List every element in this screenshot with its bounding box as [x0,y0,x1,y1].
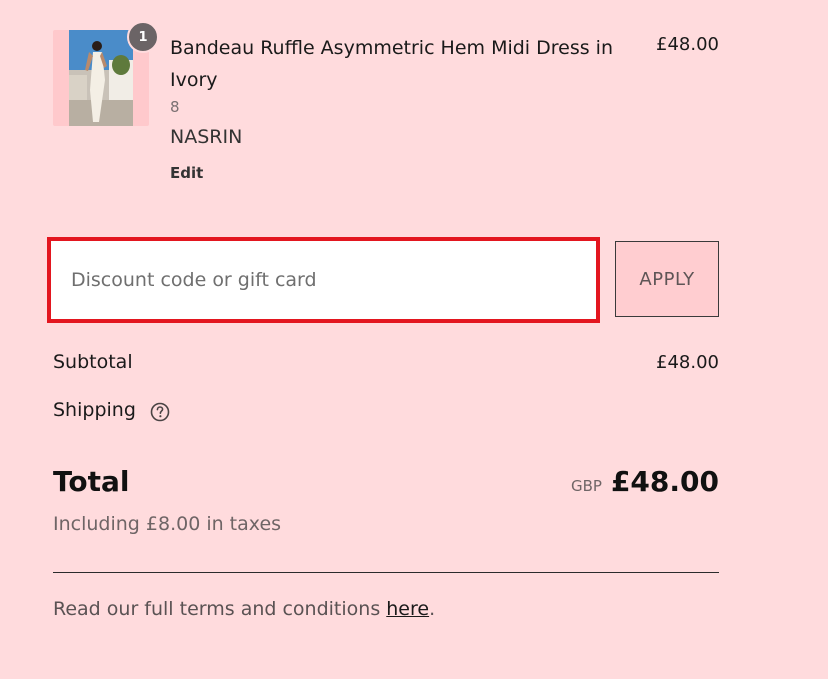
shipping-label: Shipping [53,399,136,421]
subtotal-label: Subtotal [53,351,133,373]
question-circle-icon[interactable] [150,402,170,422]
product-title: Bandeau Ruffle Asymmetric Hem Midi Dress… [170,37,614,91]
quantity-badge: 1 [127,21,159,53]
terms-suffix: . [429,598,436,620]
product-size: 8 [170,98,180,116]
product-image [69,30,133,126]
total-value: £48.00 [610,465,719,498]
terms-link[interactable]: here [386,598,429,620]
discount-code-input[interactable] [51,241,596,319]
cart-line-item: 1 Bandeau Ruffle Asymmetric Hem Midi Dre… [53,21,719,190]
edit-item-link[interactable]: Edit [170,164,203,182]
terms-text: Read our full terms and conditions here. [53,598,435,620]
subtotal-value: £48.00 [656,352,719,373]
total-currency: GBP [571,477,602,495]
apply-discount-button[interactable]: APPLY [615,241,719,317]
total-label: Total [53,465,130,498]
terms-prefix: Read our full terms and conditions [53,598,387,620]
product-brand: NASRIN [170,126,243,148]
product-price: £48.00 [656,34,719,55]
taxes-note: Including £8.00 in taxes [53,513,282,535]
discount-field-wrapper [47,237,600,323]
summary-divider [53,572,719,573]
